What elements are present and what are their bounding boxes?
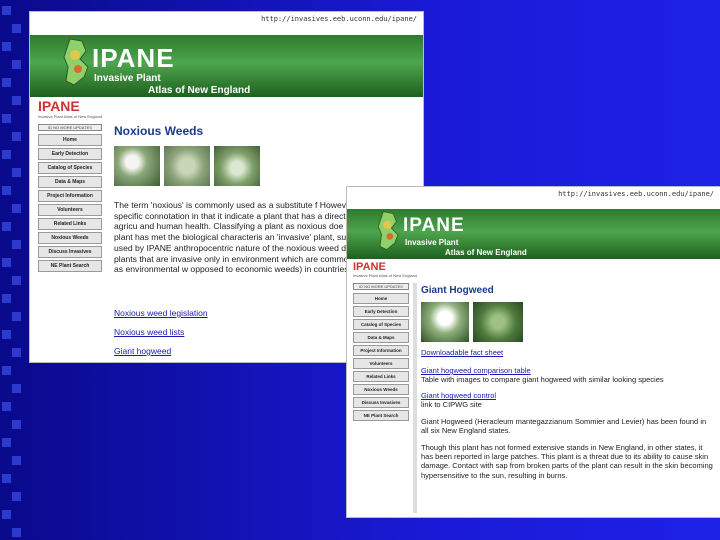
comparison-description: Table with images to compare giant hogwe… (421, 375, 664, 384)
decor-square (12, 312, 21, 321)
decor-square (12, 60, 21, 69)
control-description: link to CIPWG site (421, 400, 482, 410)
new-england-map-icon (63, 38, 89, 86)
hogweed-paragraph: Though this plant has not formed extensi… (421, 442, 713, 480)
plant-image-strip (114, 146, 419, 186)
decor-square (2, 222, 11, 231)
decor-square (2, 294, 11, 303)
nav-top-label: ID NO MORE UPDATES (353, 283, 409, 290)
site-banner: IPANE Invasive Plant Atlas of New Englan… (30, 35, 423, 97)
decor-square (12, 276, 21, 285)
nav-button-ne-plant-search[interactable]: NE Plant Search (38, 260, 102, 272)
sidebar-nav: ID NO MORE UPDATES Home Early Detection Ca… (353, 283, 409, 423)
nav-button-related-links[interactable]: Related Links (38, 218, 102, 230)
decor-square (2, 438, 11, 447)
decor-square (2, 78, 11, 87)
nav-button-early-detection[interactable]: Early Detection (353, 306, 409, 317)
comparison-table-link[interactable]: Giant hogweed comparison table (421, 366, 713, 375)
banner-subtitle-1: Invasive Plant (94, 73, 161, 84)
nav-button-home[interactable]: Home (38, 134, 102, 146)
nav-button-catalog-of-species[interactable]: Catalog of Species (353, 319, 409, 330)
url-bar: http://invasives.eeb.uconn.edu/ipane/ (558, 190, 714, 198)
nav-button-discuss-invasives[interactable]: Discuss Invasives (353, 397, 409, 408)
small-logo-tagline: Invasive Plant Atlas of New England (353, 273, 418, 278)
decor-square (2, 258, 11, 267)
decor-square (2, 510, 11, 519)
main-content: Giant Hogweed Downloadable fact sheet Gi… (421, 285, 713, 480)
decor-square (2, 114, 11, 123)
nav-button-related-links[interactable]: Related Links (353, 371, 409, 382)
plant-photo-2 (164, 146, 210, 186)
decor-square (2, 6, 11, 15)
page-title: Giant Hogweed (421, 285, 494, 296)
nav-button-data-maps[interactable]: Data & Maps (38, 176, 102, 188)
banner-subtitle-2: Atlas of New England (148, 85, 251, 96)
nav-button-catalog-of-species[interactable]: Catalog of Species (38, 162, 102, 174)
url-bar: http://invasives.eeb.uconn.edu/ipane/ (261, 15, 417, 23)
decor-square (2, 330, 11, 339)
decor-square (2, 474, 11, 483)
plant-photo-3 (214, 146, 260, 186)
decor-square (2, 186, 11, 195)
small-logo-tagline: Invasive Plant Atlas of New England (38, 114, 103, 119)
banner-subtitle-1: Invasive Plant (405, 238, 459, 247)
decor-square (2, 402, 11, 411)
ipane-logo: IPANE (92, 43, 175, 73)
sidebar-nav: ID NO MORE UPDATES Home Early Detection Ca… (38, 124, 102, 274)
small-logo-text: IPANE (38, 98, 80, 114)
species-description: Giant Hogweed (Heracleum mantegazzianum … (421, 416, 707, 436)
nav-button-noxious-weeds[interactable]: Noxious Weeds (353, 384, 409, 395)
decor-square (12, 492, 21, 501)
decor-square (12, 24, 21, 33)
decor-square (12, 528, 21, 537)
plant-image-strip (421, 302, 713, 342)
decor-square (12, 132, 21, 141)
decor-square (12, 384, 21, 393)
nav-button-volunteers[interactable]: Volunteers (353, 358, 409, 369)
new-england-map-icon (377, 211, 399, 251)
sidebar-divider (413, 283, 417, 513)
plant-photo-1 (114, 146, 160, 186)
site-banner: IPANE Invasive Plant Atlas of New Englan… (347, 209, 720, 259)
decor-square (12, 456, 21, 465)
nav-button-project-information[interactable]: Project Information (38, 190, 102, 202)
nav-button-data-maps[interactable]: Data & Maps (353, 332, 409, 343)
small-logo-text: IPANE (353, 261, 386, 273)
small-ipane-logo: IPANE Invasive Plant Atlas of New Englan… (38, 98, 102, 119)
page-title: Noxious Weeds (114, 124, 204, 138)
decor-square (2, 42, 11, 51)
nav-button-early-detection[interactable]: Early Detection (38, 148, 102, 160)
nav-button-home[interactable]: Home (353, 293, 409, 304)
banner-subtitle-2: Atlas of New England (445, 248, 527, 257)
small-ipane-logo: IPANE Invasive Plant Atlas of New Englan… (353, 261, 417, 278)
decor-square (12, 96, 21, 105)
decor-square (2, 150, 11, 159)
decor-square (12, 420, 21, 429)
fact-sheet-link[interactable]: Downloadable fact sheet (421, 348, 713, 357)
nav-button-ne-plant-search[interactable]: NE Plant Search (353, 410, 409, 421)
decor-square (12, 168, 21, 177)
nav-top-label: ID NO MORE UPDATES (38, 124, 102, 131)
ipane-logo: IPANE (403, 215, 465, 236)
decor-square (12, 240, 21, 249)
decor-square (2, 366, 11, 375)
hogweed-photo-1 (421, 302, 469, 342)
decorative-squares (0, 0, 26, 540)
decor-square (12, 204, 21, 213)
control-link[interactable]: Giant hogweed control (421, 391, 713, 400)
nav-button-volunteers[interactable]: Volunteers (38, 204, 102, 216)
hogweed-photo-2 (473, 302, 523, 342)
screenshot-giant-hogweed: http://invasives.eeb.uconn.edu/ipane/ IP… (347, 187, 720, 517)
nav-button-noxious-weeds[interactable]: Noxious Weeds (38, 232, 102, 244)
nav-button-project-information[interactable]: Project Information (353, 345, 409, 356)
decor-square (12, 348, 21, 357)
nav-button-discuss-invasives[interactable]: Discuss Invasives (38, 246, 102, 258)
